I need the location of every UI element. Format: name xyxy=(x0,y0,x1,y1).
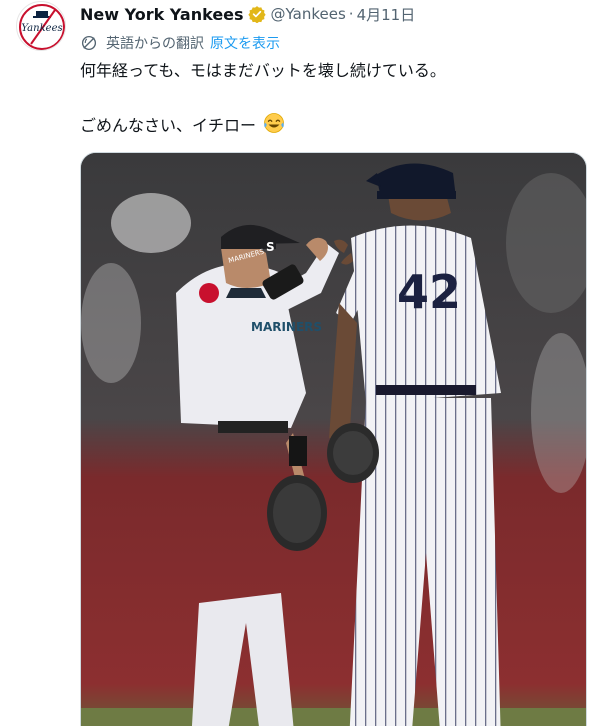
verified-badge-icon xyxy=(247,6,266,23)
tweet-photo[interactable]: S MARINERS MARINERS 42 xyxy=(80,152,587,726)
right-jersey-number: 42 xyxy=(397,265,461,319)
translate-globe-icon xyxy=(81,35,97,51)
avatar-logo-text: Yankees xyxy=(21,23,62,34)
show-original-link[interactable]: 原文を表示 xyxy=(210,33,280,53)
left-jersey-text: MARINERS xyxy=(251,320,322,334)
separator-dot: · xyxy=(348,5,354,23)
tweet-date[interactable]: 4月11日 xyxy=(357,4,416,25)
translation-notice: 英語からの翻訳 原文を表示 xyxy=(80,33,280,53)
tweet-text-line-2: ごめんなさい、イチロー xyxy=(80,112,580,137)
translation-label: 英語からの翻訳 xyxy=(106,36,204,52)
left-cap-letter: S xyxy=(266,240,275,254)
avatar[interactable]: Yankees xyxy=(16,1,66,51)
face-with-tears-of-joy-icon xyxy=(264,113,285,133)
tweet-text-line-2-text: ごめんなさい、イチロー xyxy=(80,116,257,135)
tweet-header: New York Yankees @Yankees · 4月11日 xyxy=(80,2,415,26)
author-handle[interactable]: @Yankees xyxy=(271,5,346,23)
author-name[interactable]: New York Yankees xyxy=(80,5,244,24)
yankees-logo-icon: Yankees xyxy=(19,4,65,50)
tweet[interactable]: Yankees New York Yankees @Yankees · 4月11… xyxy=(0,0,601,726)
tweet-text-line-1: 何年経っても、モはまだバットを壊し続けている。 xyxy=(80,61,446,80)
photo-ichiro-and-rivera: S MARINERS MARINERS 42 xyxy=(81,153,586,726)
